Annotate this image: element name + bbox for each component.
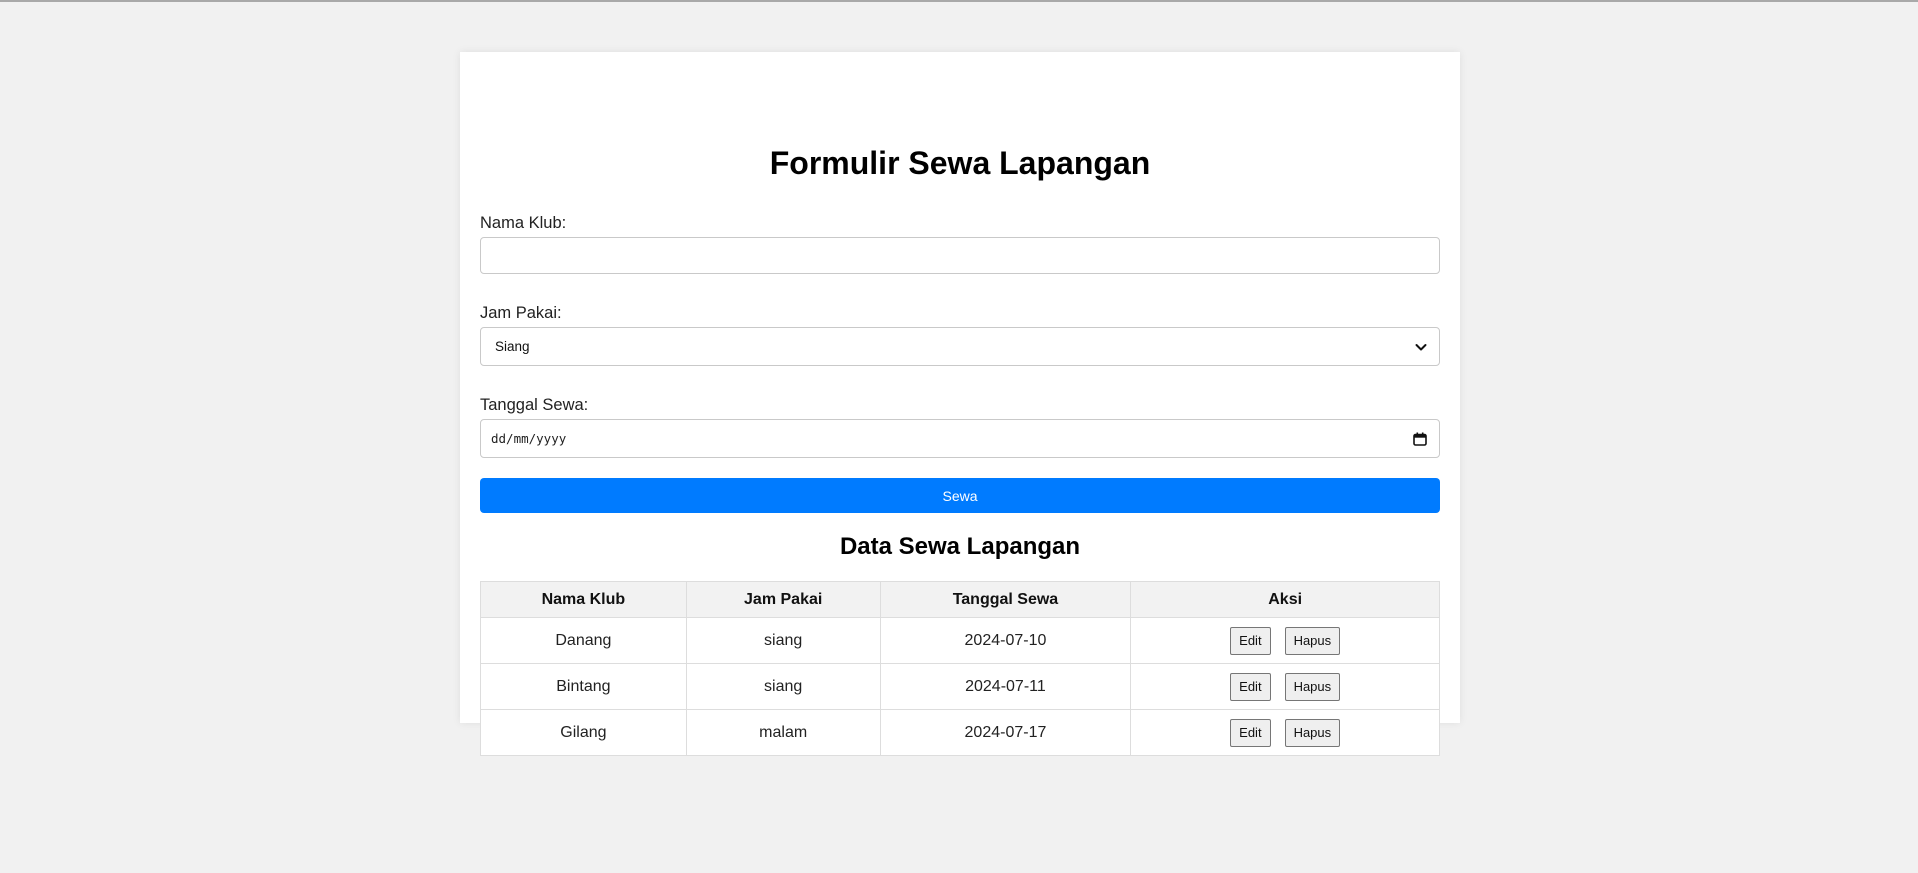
cell-club-name: Gilang — [480, 709, 687, 756]
usage-time-label: Jam Pakai: — [480, 304, 562, 322]
table-row: Gilang malam 2024-07-17 Edit Hapus — [480, 709, 1440, 756]
cell-actions: Edit Hapus — [1130, 617, 1440, 664]
delete-button[interactable]: Hapus — [1284, 626, 1341, 655]
cell-rental-date: 2024-07-17 — [879, 709, 1132, 756]
browser-top-border — [0, 0, 1918, 2]
cell-club-name: Bintang — [480, 663, 687, 710]
cell-club-name: Danang — [480, 617, 687, 664]
cell-rental-date: 2024-07-10 — [879, 617, 1132, 664]
rental-date-input[interactable]: dd/mm/yyyy — [480, 419, 1440, 458]
delete-button[interactable]: Hapus — [1284, 718, 1341, 747]
cell-rental-date: 2024-07-11 — [879, 663, 1132, 710]
edit-button[interactable]: Edit — [1230, 626, 1271, 655]
column-header-actions: Aksi — [1130, 581, 1440, 618]
delete-button[interactable]: Hapus — [1284, 672, 1341, 701]
rental-date-placeholder: dd/mm/yyyy — [491, 431, 567, 446]
edit-button[interactable]: Edit — [1230, 672, 1271, 701]
rental-date-label: Tanggal Sewa: — [480, 396, 589, 414]
calendar-icon[interactable] — [1413, 432, 1427, 446]
cell-actions: Edit Hapus — [1130, 709, 1440, 756]
cell-usage-time: malam — [685, 709, 881, 756]
usage-time-selected-value: Siang — [495, 339, 530, 354]
edit-button[interactable]: Edit — [1230, 718, 1271, 747]
rental-data-table: Nama Klub Jam Pakai Tanggal Sewa Aksi Da… — [480, 581, 1440, 756]
chevron-down-icon — [1415, 344, 1427, 351]
table-row: Bintang siang 2024-07-11 Edit Hapus — [480, 663, 1440, 710]
club-name-input[interactable] — [480, 237, 1440, 274]
column-header-rental-date: Tanggal Sewa — [879, 581, 1132, 618]
rental-form-card: Formulir Sewa Lapangan Nama Klub: Jam Pa… — [460, 52, 1460, 756]
usage-time-select[interactable]: Siang — [480, 327, 1440, 366]
table-header-row: Nama Klub Jam Pakai Tanggal Sewa Aksi — [480, 581, 1440, 618]
cell-usage-time: siang — [685, 617, 881, 664]
form-title: Formulir Sewa Lapangan — [769, 145, 1151, 181]
cell-usage-time: siang — [685, 663, 881, 710]
club-name-label: Nama Klub: — [480, 214, 567, 232]
column-header-club-name: Nama Klub — [480, 581, 687, 618]
table-row: Danang siang 2024-07-10 Edit Hapus — [480, 617, 1440, 664]
rent-submit-button[interactable]: Sewa — [480, 478, 1440, 513]
cell-actions: Edit Hapus — [1130, 663, 1440, 710]
column-header-usage-time: Jam Pakai — [685, 581, 881, 618]
table-title: Data Sewa Lapangan — [839, 533, 1081, 560]
